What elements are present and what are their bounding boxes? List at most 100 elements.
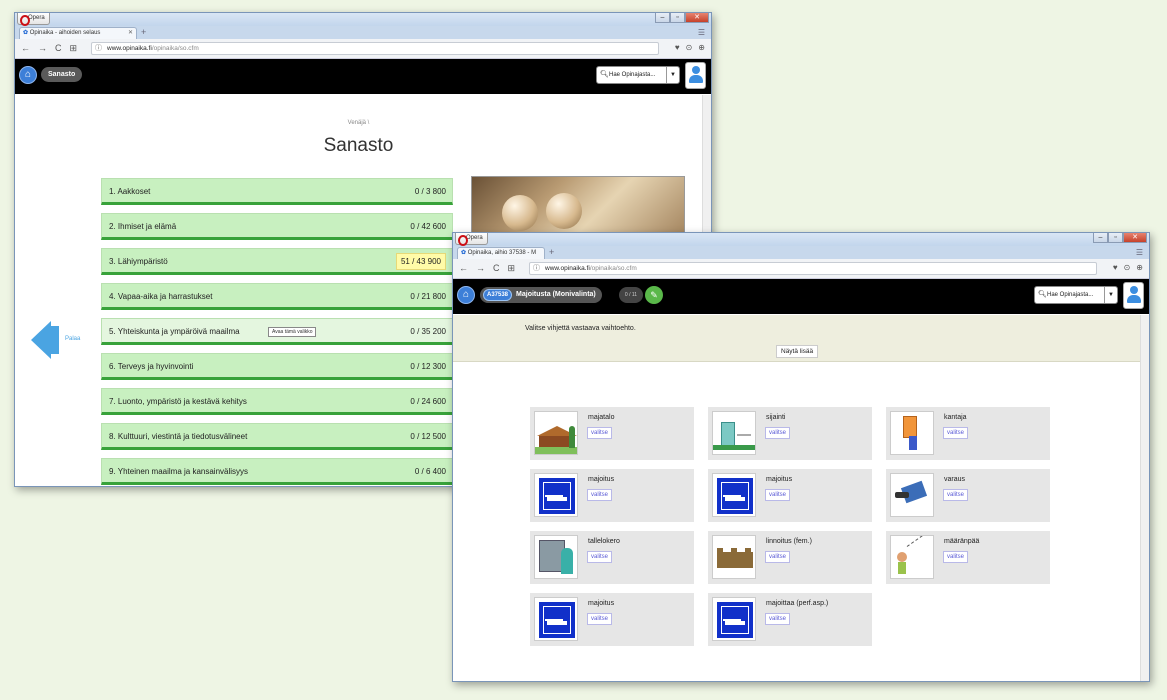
list-item[interactable]: 4. Vapaa-aika ja harrastukset 0 / 21 800 — [101, 283, 453, 310]
answer-card: majoitus valitse — [708, 469, 872, 522]
list-item[interactable]: 7. Luonto, ympäristö ja kestävä kehitys … — [101, 388, 453, 415]
speed-dial-icon[interactable]: ⊞ — [70, 43, 78, 54]
exercise-title: Majoitusta (Monivalinta) — [516, 291, 596, 298]
list-item-label: 8. Kulttuuri, viestintä ja tiedotusvälin… — [109, 432, 248, 441]
account-icon[interactable]: ⊕ — [698, 43, 705, 52]
wrench-icon[interactable]: ✎ — [645, 286, 663, 304]
url-field[interactable]: www.opinaika.fi/opinaika/so.cfm — [91, 42, 659, 55]
account-icon[interactable]: ⊕ — [1136, 263, 1143, 272]
choose-button[interactable]: valitse — [765, 427, 791, 439]
list-item[interactable]: 8. Kulttuuri, viestintä ja tiedotusvälin… — [101, 423, 453, 450]
list-item-label: 4. Vapaa-aika ja harrastukset — [109, 292, 213, 301]
list-item[interactable]: 2. Ihmiset ja elämä 0 / 42 600 — [101, 213, 453, 240]
maximize-icon[interactable]: ▫ — [1108, 233, 1123, 243]
search-icon: 🔍︎ — [600, 71, 609, 78]
choose-button[interactable]: valitse — [943, 551, 969, 563]
answer-word: tallelokero — [588, 538, 620, 545]
heart-icon[interactable]: ♥ — [1113, 263, 1118, 272]
window-controls: – ▫ ✕ — [655, 13, 709, 23]
choose-button[interactable]: valitse — [943, 489, 969, 501]
minimize-icon[interactable]: – — [1093, 233, 1108, 243]
answer-word: majoitus — [588, 600, 615, 607]
bed-sign-icon — [534, 473, 578, 517]
choose-button[interactable]: valitse — [765, 551, 791, 563]
choose-button[interactable]: valitse — [587, 427, 613, 439]
site-search[interactable]: 🔍︎ Hae Opinajasta... ▼ — [1034, 286, 1118, 304]
user-avatar-icon[interactable] — [685, 62, 706, 89]
tab-active[interactable]: ✿ Opinaika, aihio 37538 - M — [457, 247, 545, 259]
answer-word: majoittaa (perf.asp.) — [766, 600, 829, 607]
new-tab-icon[interactable]: + — [549, 247, 554, 258]
list-item-label: 5. Yhteiskunta ja ympäröivä maailma — [109, 327, 240, 336]
choose-button[interactable]: valitse — [765, 489, 791, 501]
chevron-down-icon[interactable]: ▼ — [1104, 287, 1117, 303]
choose-button[interactable]: valitse — [765, 613, 791, 625]
list-item-count-highlighted: 51 / 43 900 — [395, 253, 446, 270]
opera-menu-button[interactable]: Opera — [17, 13, 50, 26]
list-item-count: 0 / 21 800 — [410, 292, 446, 301]
heart-icon[interactable]: ♥ — [675, 43, 680, 52]
tab-menu-icon[interactable]: ☰ — [1136, 247, 1143, 258]
minimize-icon[interactable]: – — [655, 13, 670, 23]
prompt-panel: Valitse vihjettä vastaava vaihtoehto. Nä… — [453, 315, 1140, 362]
show-more-button[interactable]: Näytä lisää — [776, 345, 819, 358]
new-tab-icon[interactable]: + — [141, 27, 146, 38]
tooltip: Avaa tämä valikko — [268, 327, 317, 337]
list-item[interactable]: 1. Aakkoset 0 / 3 800 — [101, 178, 453, 205]
section-pill[interactable]: Sanasto — [41, 67, 83, 82]
choose-button[interactable]: valitse — [587, 551, 613, 563]
reload-icon[interactable]: C — [55, 43, 62, 54]
site-search[interactable]: 🔍︎ Hae Opinajasta... ▼ — [596, 66, 680, 84]
site-header: ⌂ A37538 Majoitusta (Monivalinta) 0 / 11… — [453, 279, 1149, 314]
list-item-label: 6. Terveys ja hyvinvointi — [109, 362, 194, 371]
back-arrow-icon[interactable] — [31, 321, 51, 359]
answer-word: kantaja — [944, 414, 967, 421]
tab-close-icon[interactable]: ✕ — [128, 28, 133, 39]
answer-card: linnoitus (fem.) valitse — [708, 531, 872, 584]
speed-dial-icon[interactable]: ⊞ — [508, 263, 516, 274]
back-icon[interactable]: ← — [459, 263, 468, 274]
home-icon[interactable]: ⌂ — [457, 286, 475, 304]
user-avatar-icon[interactable] — [1123, 282, 1144, 309]
choose-button[interactable]: valitse — [943, 427, 969, 439]
answer-card: varaus valitse — [886, 469, 1050, 522]
choose-button[interactable]: valitse — [587, 613, 613, 625]
tab-menu-icon[interactable]: ☰ — [698, 27, 705, 38]
pepper-shaker-shape — [546, 193, 582, 229]
list-item[interactable]: 6. Terveys ja hyvinvointi 0 / 12 300 — [101, 353, 453, 380]
page-title: Sanasto — [323, 135, 394, 156]
answer-card: majatalo valitse — [530, 407, 694, 460]
list-item-hovered[interactable]: 5. Yhteiskunta ja ympäröivä maailma Avaa… — [101, 318, 453, 345]
answer-word: määränpää — [944, 538, 980, 545]
maximize-icon[interactable]: ▫ — [670, 13, 685, 23]
list-item-count: 0 / 35 200 — [410, 327, 446, 336]
download-icon[interactable]: ⊙ — [1124, 263, 1131, 272]
forward-icon[interactable]: → — [476, 263, 485, 274]
opera-menu-button[interactable]: Opera — [455, 233, 488, 246]
forward-icon[interactable]: → — [38, 43, 47, 54]
answer-card: majoittaa (perf.asp.) valitse — [708, 593, 872, 646]
back-icon[interactable]: ← — [21, 43, 30, 54]
opinaika-favicon-icon: ✿ — [461, 250, 467, 256]
chevron-down-icon[interactable]: ▼ — [666, 67, 679, 83]
scrollbar[interactable] — [1140, 315, 1149, 681]
choose-button[interactable]: valitse — [587, 489, 613, 501]
url-field[interactable]: www.opinaika.fi/opinaika/so.cfm — [529, 262, 1097, 275]
tab-title: Opinaika - aihoiden selaus — [29, 30, 101, 36]
reload-icon[interactable]: C — [493, 263, 500, 274]
list-item-label: 1. Aakkoset — [109, 187, 151, 196]
close-window-icon[interactable]: ✕ — [685, 13, 709, 23]
reservation-picture-icon — [890, 473, 934, 517]
list-item[interactable]: 3. Lähiympäristö 51 / 43 900 — [101, 248, 453, 275]
breadcrumb[interactable]: Venäjä \ — [15, 120, 702, 126]
back-arrow-tail[interactable] — [51, 326, 59, 354]
list-item[interactable]: 9. Yhteinen maailma ja kansainvälisyys 0… — [101, 458, 453, 485]
back-label[interactable]: Palaa — [65, 336, 80, 342]
download-icon[interactable]: ⊙ — [686, 43, 693, 52]
close-window-icon[interactable]: ✕ — [1123, 233, 1147, 243]
tab-active[interactable]: ✿ Opinaika - aihoiden selaus ✕ — [19, 27, 137, 39]
home-icon[interactable]: ⌂ — [19, 66, 37, 84]
address-bar: ← → C ⊞ www.opinaika.fi/opinaika/so.cfm … — [453, 259, 1149, 279]
exercise-pill[interactable]: A37538 Majoitusta (Monivalinta) — [480, 287, 602, 303]
list-item-count: 0 / 12 500 — [410, 432, 446, 441]
